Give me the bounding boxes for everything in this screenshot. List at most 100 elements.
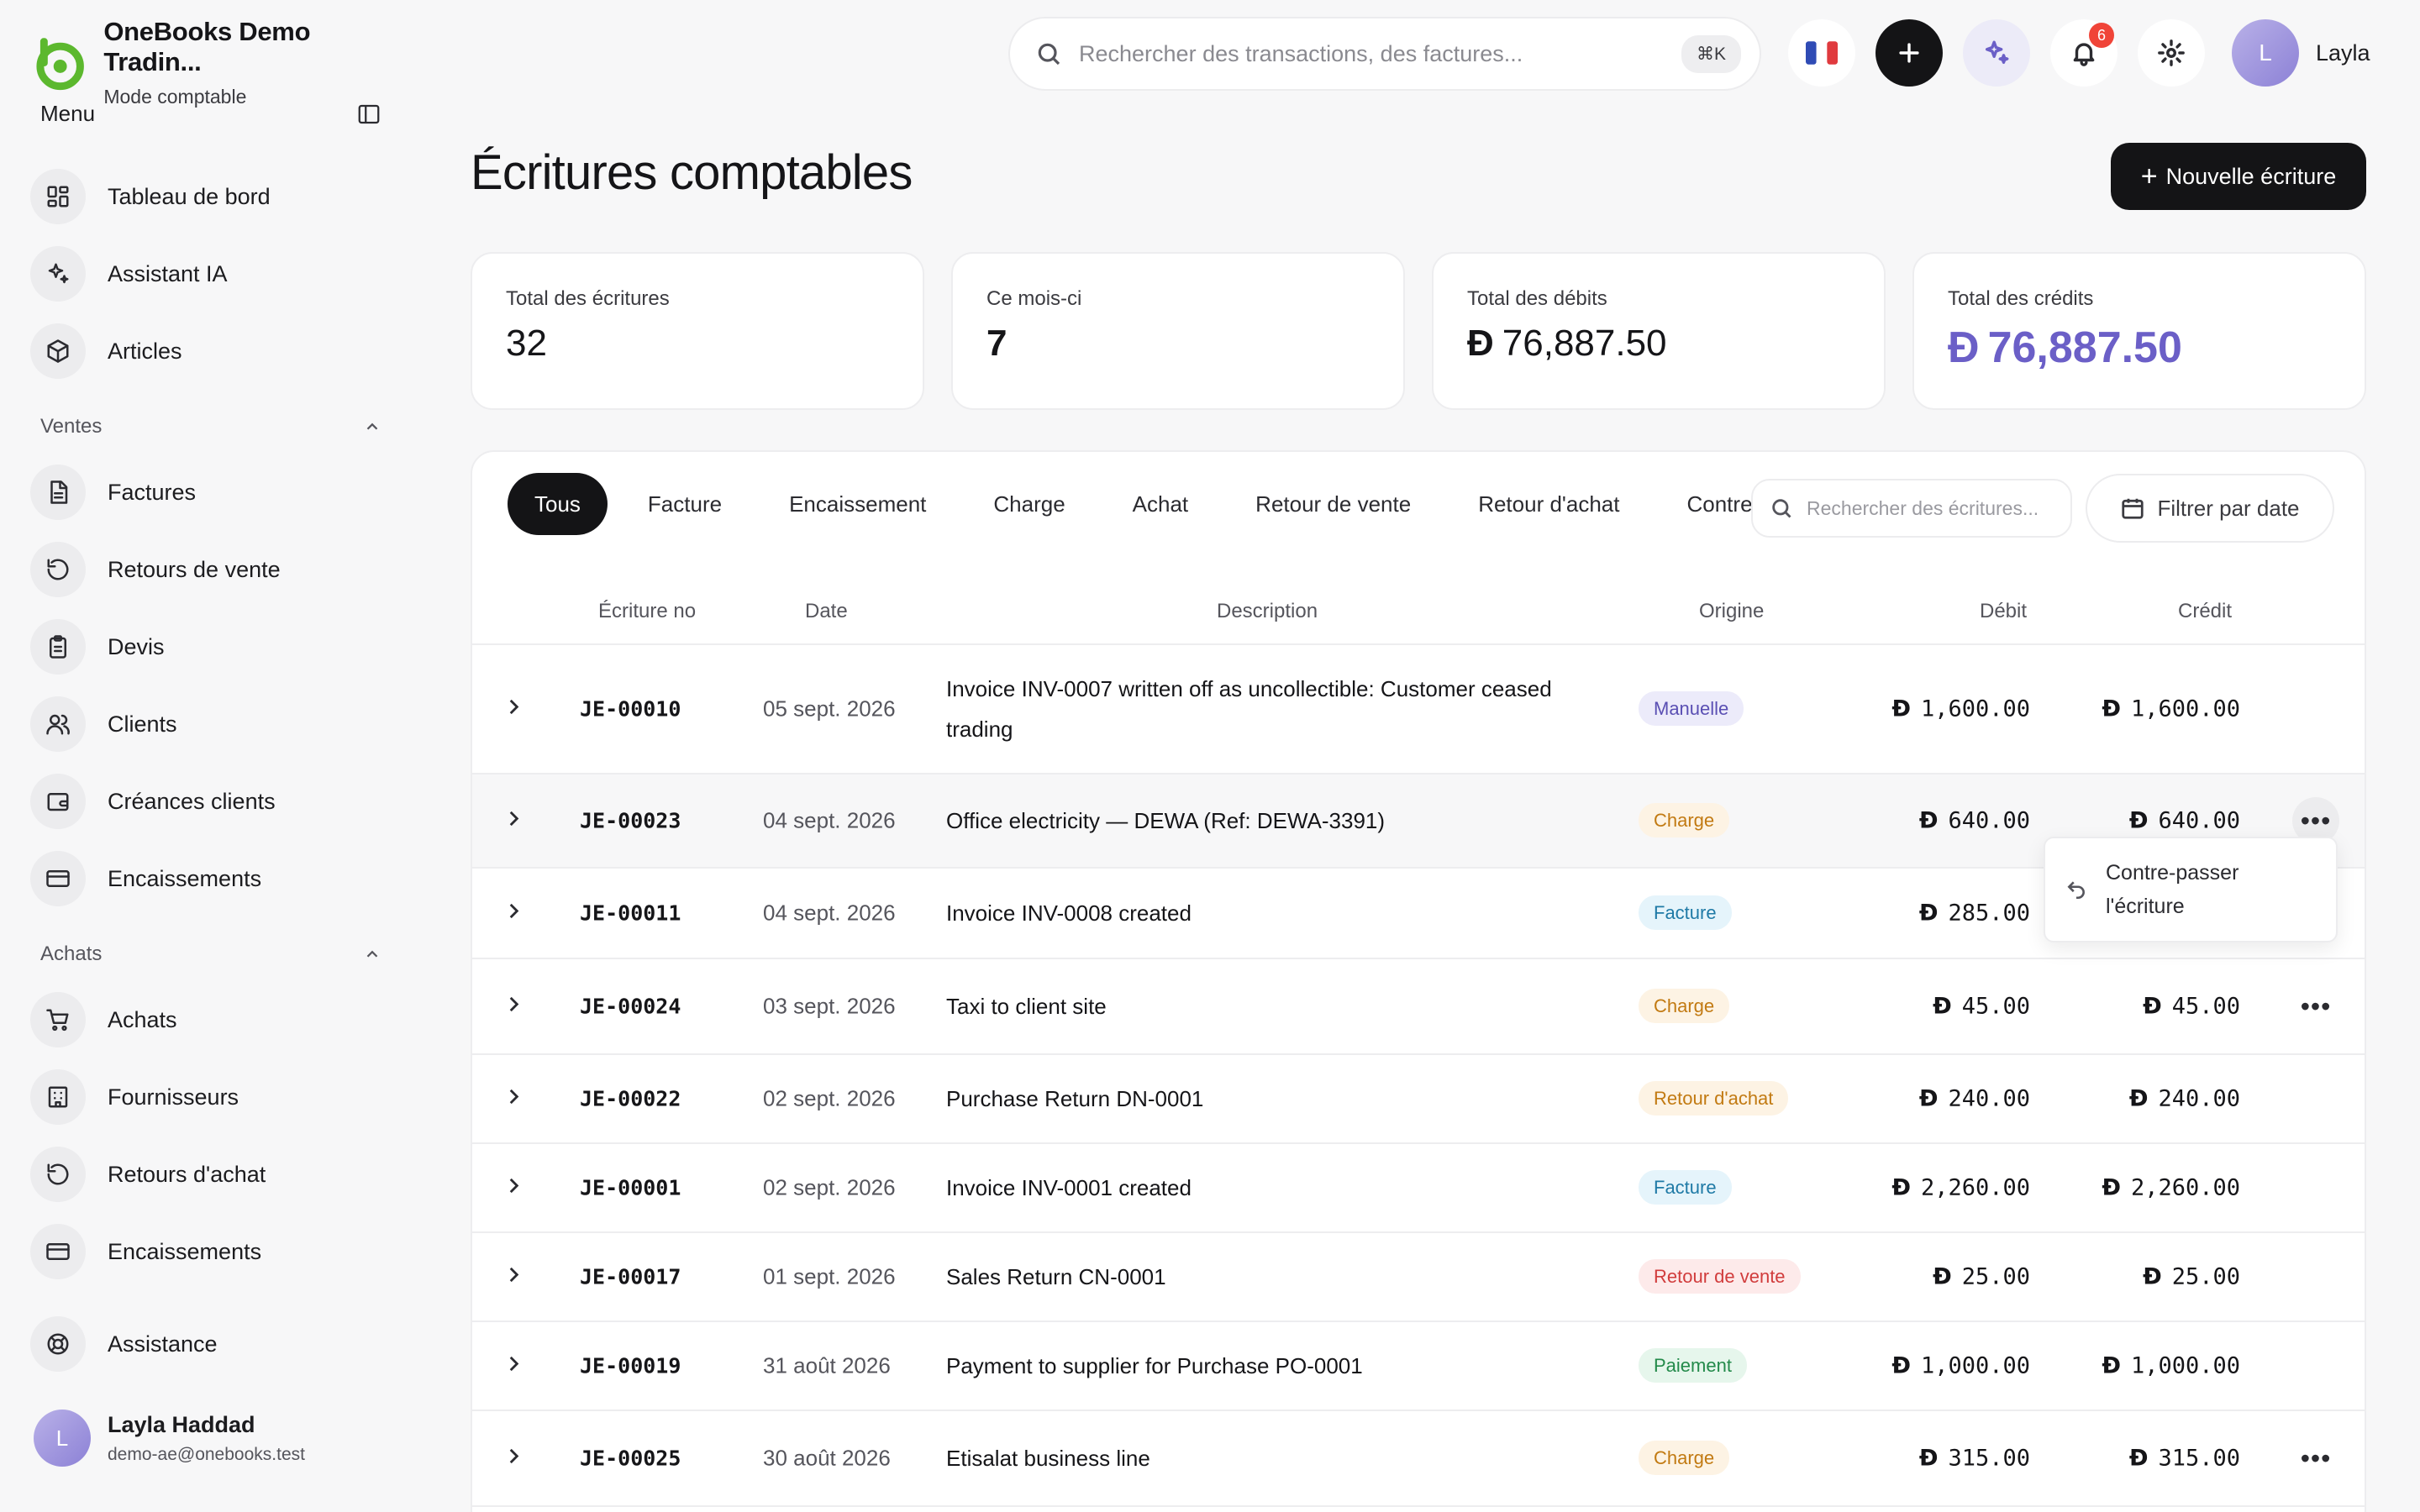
notifications-button[interactable]: 6 bbox=[2050, 19, 2118, 87]
chevron-right-icon[interactable] bbox=[502, 994, 524, 1020]
stat-label: Total des crédits bbox=[1948, 287, 2094, 310]
header-description: Description bbox=[1217, 600, 1318, 622]
top-user-menu[interactable]: L Layla bbox=[2232, 19, 2370, 87]
new-entry-button[interactable]: + Nouvelle écriture bbox=[2111, 143, 2366, 210]
credit-value: 2,260.00 bbox=[2130, 1174, 2240, 1201]
sidebar-user-card[interactable]: L Layla Haddad demo-ae@onebooks.test bbox=[34, 1410, 305, 1467]
credit-value: 25.00 bbox=[2171, 1263, 2240, 1290]
sidebar-item-articles[interactable]: Articles bbox=[30, 321, 383, 381]
table-row[interactable]: JE-00024 03 sept. 2026 Taxi to client site… bbox=[472, 959, 2365, 1055]
brand[interactable]: OneBooks Demo Tradin... Mode comptable bbox=[32, 17, 412, 108]
entry-date: 05 sept. 2026 bbox=[763, 696, 896, 722]
table-row[interactable]: JE-00019 31 août 2026 Payment to supplier … bbox=[472, 1322, 2365, 1411]
entry-number: JE-00001 bbox=[580, 1175, 681, 1200]
chevron-right-icon[interactable] bbox=[502, 696, 524, 722]
filter-chip-charge[interactable]: Charge bbox=[966, 473, 1092, 535]
header-entry-no: Écriture no bbox=[598, 600, 697, 622]
filter-chip-tous[interactable]: Tous bbox=[508, 473, 608, 535]
table-row[interactable]: JE-00017 01 sept. 2026 Sales Return CN-000… bbox=[472, 1233, 2365, 1322]
stat-value: 76,887.50 bbox=[1502, 323, 1667, 364]
filter-chip-retour-de-vente[interactable]: Retour de vente bbox=[1228, 473, 1438, 535]
debit-amount: Ð 45.00 bbox=[1933, 994, 2030, 1020]
sidebar-item-label: Articles bbox=[108, 338, 182, 364]
filter-chip-encaissement[interactable]: Encaissement bbox=[762, 473, 953, 535]
sidebar-item-creances-clients[interactable]: Créances clients bbox=[30, 771, 383, 832]
origin-badge: Retour d'achat bbox=[1639, 1081, 1789, 1116]
chevron-up-icon bbox=[366, 950, 378, 958]
dirham-icon: Ð bbox=[1891, 1352, 1911, 1379]
dirham-icon: Ð bbox=[1467, 323, 1494, 364]
sidebar-item-label: Assistance bbox=[108, 1331, 218, 1357]
dirham-icon: Ð bbox=[1933, 1263, 1952, 1290]
global-search[interactable]: Rechercher des transactions, des facture… bbox=[1008, 17, 1761, 91]
sidebar-item-fournisseurs[interactable]: Fournisseurs bbox=[30, 1067, 383, 1127]
row-actions-menu[interactable]: Contre-passer l'écriture bbox=[2044, 837, 2338, 942]
chevron-right-icon[interactable] bbox=[502, 808, 524, 834]
sidebar-item-assistance[interactable]: Assistance bbox=[30, 1314, 383, 1374]
filter-chip-facture[interactable]: Facture bbox=[621, 473, 749, 535]
table-row[interactable]: JE-00022 02 sept. 2026 Purchase Return DN-… bbox=[472, 1055, 2365, 1144]
chevron-right-icon[interactable] bbox=[502, 1264, 524, 1290]
debit-amount: Ð 1,600.00 bbox=[1891, 696, 2030, 722]
sidebar-toggle-icon[interactable] bbox=[356, 102, 381, 127]
chevron-right-icon[interactable] bbox=[502, 1353, 524, 1379]
debit-value: 1,000.00 bbox=[1920, 1352, 2030, 1379]
entry-description: Invoice INV-0007 written off as uncollec… bbox=[946, 676, 1552, 742]
entry-description: Etisalat business line bbox=[946, 1446, 1150, 1471]
sidebar-item-retours-d-achat[interactable]: Retours d'achat bbox=[30, 1144, 383, 1205]
entries-search[interactable]: Rechercher des écritures... bbox=[1751, 479, 2072, 538]
stat-value: 32 bbox=[506, 323, 547, 364]
credit-amount: Ð 315.00 bbox=[2129, 1446, 2240, 1472]
credit-amount: Ð 45.00 bbox=[2143, 994, 2240, 1020]
language-button[interactable] bbox=[1788, 19, 1855, 87]
dashboard-icon bbox=[30, 169, 86, 224]
date-filter-label: Filtrer par date bbox=[2157, 495, 2300, 521]
sidebar-item-tableau-de-bord[interactable]: Tableau de bord bbox=[30, 166, 383, 227]
sidebar-item-assistant-ia[interactable]: Assistant IA bbox=[30, 244, 383, 304]
clipboard-icon bbox=[30, 619, 86, 675]
section-label: Ventes bbox=[40, 415, 103, 438]
sidebar-item-factures[interactable]: Factures bbox=[30, 462, 383, 522]
credit-value: 45.00 bbox=[2171, 993, 2240, 1020]
table-row[interactable]: JE-00001 02 sept. 2026 Invoice INV-0001 cr… bbox=[472, 1144, 2365, 1233]
section-achats[interactable]: Achats bbox=[40, 942, 381, 966]
dirham-icon: Ð bbox=[2102, 1174, 2121, 1201]
section-ventes[interactable]: Ventes bbox=[40, 415, 381, 438]
debit-value: 240.00 bbox=[1948, 1085, 2030, 1112]
debit-amount: Ð 1,000.00 bbox=[1891, 1353, 2030, 1379]
entry-number: JE-00024 bbox=[580, 994, 681, 1019]
chevron-right-icon[interactable] bbox=[502, 1086, 524, 1112]
table-header: Écriture no Date Description Origine Déb… bbox=[472, 578, 2365, 645]
undo-icon bbox=[30, 1147, 86, 1202]
more-actions-icon[interactable]: ••• bbox=[2292, 983, 2339, 1030]
entry-description: Invoice INV-0008 created bbox=[946, 900, 1192, 926]
filter-chip-achat[interactable]: Achat bbox=[1106, 473, 1216, 535]
global-search-input[interactable]: Rechercher des transactions, des facture… bbox=[1079, 41, 1681, 67]
chevron-right-icon[interactable] bbox=[502, 1446, 524, 1472]
journal-entries-panel: Tous Facture Encaissement Charge Achat Retour… bbox=[471, 450, 2366, 1512]
more-actions-icon[interactable]: ••• bbox=[2292, 1435, 2339, 1482]
ai-assistant-button[interactable] bbox=[1963, 19, 2030, 87]
entry-number: JE-00010 bbox=[580, 696, 681, 722]
sidebar-item-encaissements[interactable]: Encaissements bbox=[30, 1221, 383, 1282]
chevron-right-icon[interactable] bbox=[502, 1175, 524, 1201]
entry-number: JE-00011 bbox=[580, 900, 681, 926]
calendar-icon bbox=[2122, 498, 2144, 519]
table-row[interactable]: JE-00010 05 sept. 2026 Invoice INV-0007 wr… bbox=[472, 645, 2365, 774]
table-row[interactable]: JE-00025 30 août 2026 Etisalat business li… bbox=[472, 1411, 2365, 1507]
sidebar-item-achats[interactable]: Achats bbox=[30, 990, 383, 1050]
filter-chip-retour-d-achat[interactable]: Retour d'achat bbox=[1451, 473, 1646, 535]
date-filter-button[interactable]: Filtrer par date bbox=[2086, 474, 2334, 543]
settings-button[interactable] bbox=[2138, 19, 2205, 87]
quick-add-button[interactable] bbox=[1876, 19, 1943, 87]
sidebar-item-retours-de-vente[interactable]: Retours de vente bbox=[30, 539, 383, 600]
sidebar-item-encaissements[interactable]: Encaissements bbox=[30, 848, 383, 909]
reverse-entry-menu-item[interactable]: Contre-passer l'écriture bbox=[2106, 856, 2316, 923]
entries-search-input[interactable]: Rechercher des écritures... bbox=[1807, 497, 2039, 520]
debit-value: 285.00 bbox=[1948, 900, 2030, 927]
chevron-up-icon bbox=[366, 423, 378, 430]
sidebar-item-devis[interactable]: Devis bbox=[30, 617, 383, 677]
chevron-right-icon[interactable] bbox=[502, 900, 524, 927]
stat-card-total-debits: Total des débits Ð 76,887.50 bbox=[1432, 252, 1886, 410]
sidebar-item-clients[interactable]: Clients bbox=[30, 694, 383, 754]
